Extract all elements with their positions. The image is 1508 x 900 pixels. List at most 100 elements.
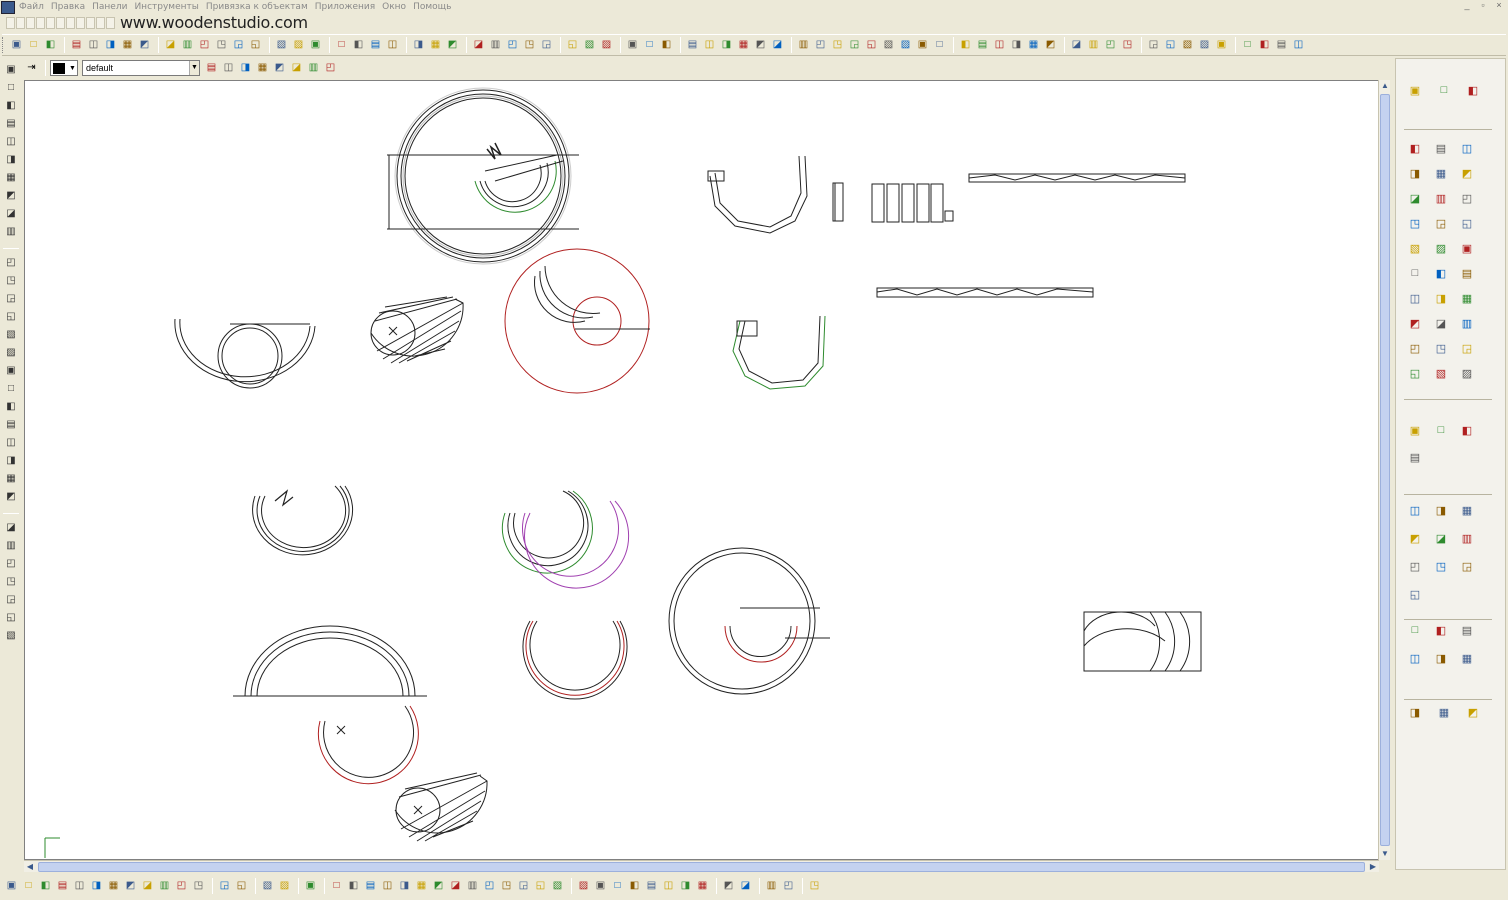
transform-icon[interactable]: ◰ [197,38,212,53]
s-curve-icon[interactable]: ◱ [3,309,19,324]
corner-icon[interactable]: ◫ [1456,137,1478,159]
scroll-up-arrow[interactable]: ▲ [1379,80,1391,92]
save-icon[interactable]: ◫ [86,38,101,53]
tools-icon[interactable]: ◪ [1404,187,1426,209]
cabinet-icon[interactable]: ▣ [1404,79,1426,101]
s-curve2-icon[interactable]: ▧ [3,327,19,342]
properties-icon[interactable]: ▤ [975,38,990,53]
save-all-icon[interactable]: ▦ [120,38,135,53]
zoom-window-icon[interactable]: ▤ [685,38,700,53]
export-k-icon[interactable]: ◰ [1404,337,1426,359]
fillet-r-icon[interactable]: ◧ [3,399,19,414]
color-picker[interactable]: ▼ [50,60,78,76]
flag-icon[interactable]: ▣ [915,38,930,53]
doc-icon[interactable]: ◫ [1291,38,1306,53]
b18-icon[interactable]: □ [329,879,344,894]
restore-button[interactable]: ▫ [1478,0,1488,10]
panel-icon[interactable]: ◰ [323,61,338,76]
line-icon[interactable]: ▣ [3,62,19,77]
menu-object-snap[interactable]: Привязка к объектам [206,2,308,12]
template-icon[interactable]: ◧ [43,38,58,53]
angle-icon[interactable]: ◰ [3,255,19,270]
tool6-icon[interactable]: ◱ [3,610,19,625]
b20-icon[interactable]: ▤ [363,879,378,894]
redraw-icon[interactable]: ◫ [702,38,717,53]
view-iso-icon[interactable]: ◱ [864,38,879,53]
drawer-icon[interactable]: ▥ [1430,187,1452,209]
menu-tools[interactable]: Инструменты [134,2,198,12]
box2-icon[interactable]: ▦ [428,38,443,53]
save-as-icon[interactable]: ◨ [103,38,118,53]
b15-icon[interactable]: ▧ [260,879,275,894]
text-icon[interactable]: ◨ [3,152,19,167]
pencil-icon[interactable]: ◫ [992,38,1007,53]
cube-top-icon[interactable]: ◨ [238,61,253,76]
book-icon[interactable]: ◱ [1404,362,1426,384]
line3-icon[interactable]: ◰ [505,38,520,53]
target2-icon[interactable]: ▨ [599,38,614,53]
light-icon[interactable]: ▥ [1456,312,1478,334]
undo-icon[interactable]: ▨ [291,38,306,53]
target-icon[interactable]: ▧ [582,38,597,53]
brush2-icon[interactable]: ◲ [1146,38,1161,53]
move-arrows-icon[interactable]: ◫ [1404,499,1426,521]
regen-icon[interactable]: ◩ [753,38,768,53]
b28-icon[interactable]: ◳ [499,879,514,894]
hardware-icon[interactable]: ◩ [1456,162,1478,184]
b7-icon[interactable]: ▦ [106,879,121,894]
menu-panels[interactable]: Панели [92,2,127,12]
align2-icon[interactable]: □ [1430,419,1452,441]
brush-icon[interactable]: ◳ [1120,38,1135,53]
region-icon[interactable]: ◫ [3,435,19,450]
zoom-in-icon[interactable]: ◪ [770,38,785,53]
b19-icon[interactable]: ◧ [346,879,361,894]
b6-icon[interactable]: ◨ [89,879,104,894]
new-icon[interactable]: ▣ [9,38,24,53]
panel-icon[interactable]: ◧ [1404,137,1426,159]
spiral-drawing-3[interactable] [252,485,354,556]
door-icon[interactable]: ◫ [1404,287,1426,309]
spiral-drawing-7[interactable] [233,625,427,785]
b39-icon[interactable]: ▦ [695,879,710,894]
align3-icon[interactable]: ◧ [1456,419,1478,441]
copy-icon[interactable]: ◲ [231,38,246,53]
library-icon[interactable]: ▧ [1430,362,1452,384]
paste-icon[interactable]: ◱ [248,38,263,53]
cube-iso-icon[interactable]: ▦ [255,61,270,76]
render-icon[interactable]: ◨ [1404,701,1426,723]
layer-dropdown[interactable]: default ▼ [82,60,200,76]
b16-icon[interactable]: ▨ [277,879,292,894]
point-icon[interactable]: ▣ [625,38,640,53]
view-3d-icon[interactable]: ▧ [881,38,896,53]
spiral-drawing-6[interactable] [668,547,830,695]
b17-icon[interactable]: ▣ [303,879,318,894]
assembly-icon[interactable]: ▦ [1456,287,1478,309]
b36-icon[interactable]: ▤ [644,879,659,894]
tile3-icon[interactable]: ▣ [1214,38,1229,53]
cut-icon[interactable]: ▧ [274,38,289,53]
magic-icon[interactable]: ◳ [1430,337,1452,359]
view-front-icon[interactable]: ◰ [813,38,828,53]
b38-icon[interactable]: ◨ [678,879,693,894]
b21-icon[interactable]: ◫ [380,879,395,894]
tile2-icon[interactable]: ▨ [1197,38,1212,53]
grid-icon[interactable]: ◪ [1069,38,1084,53]
b23-icon[interactable]: ▦ [414,879,429,894]
b1-icon[interactable]: ▣ [4,879,19,894]
window2-icon[interactable]: ◧ [1257,38,1272,53]
b26-icon[interactable]: ▥ [465,879,480,894]
arc-icon[interactable]: ◧ [3,98,19,113]
minimize-button[interactable]: _ [1462,0,1472,10]
fillet-icon[interactable]: □ [3,381,19,396]
layer-copy-icon[interactable]: ▥ [306,61,321,76]
cabinet3d-icon[interactable]: ◰ [1456,187,1478,209]
abc-icon[interactable]: ◲ [1430,212,1452,234]
window-icon[interactable]: □ [1240,38,1255,53]
b13-icon[interactable]: ◲ [217,879,232,894]
layers-stack-icon[interactable]: ▦ [1456,499,1478,521]
tile-icon[interactable]: ▧ [1180,38,1195,53]
segmented-arc-2[interactable] [732,315,826,390]
page-icon[interactable]: ◳ [1430,555,1452,577]
b4-icon[interactable]: ▤ [55,879,70,894]
horizontal-scroll-thumb[interactable] [38,862,1365,872]
